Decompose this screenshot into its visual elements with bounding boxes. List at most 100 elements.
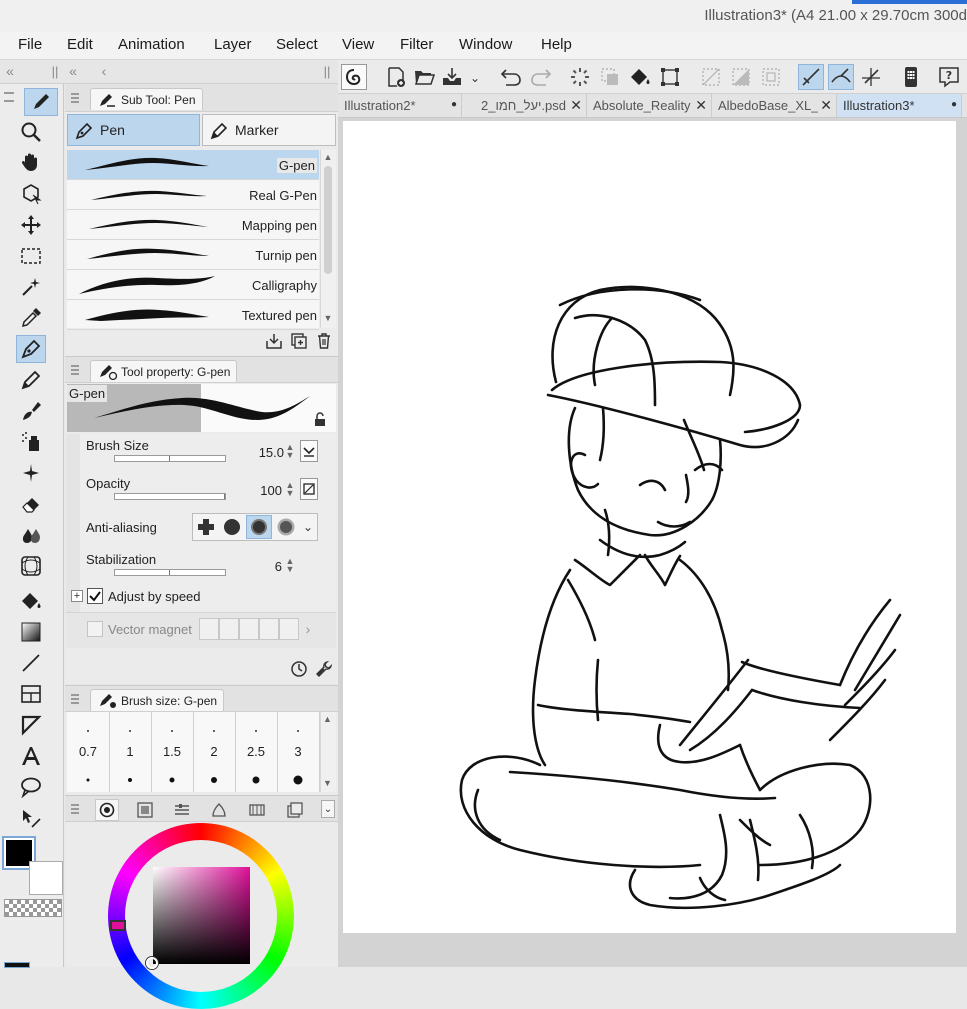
unsaved-dot-icon[interactable]: ● bbox=[951, 99, 957, 110]
close-icon[interactable]: ✕ bbox=[570, 97, 582, 114]
import-subtool-icon[interactable] bbox=[264, 331, 284, 351]
brush-item-mapping-pen[interactable]: Mapping pen bbox=[67, 210, 319, 240]
brush-tool-icon[interactable] bbox=[16, 397, 46, 425]
subtool-group-marker[interactable]: Marker bbox=[202, 114, 336, 146]
pen-tool-icon[interactable] bbox=[16, 335, 46, 363]
figure-tool-icon[interactable] bbox=[16, 552, 46, 580]
menu-help[interactable]: Help bbox=[541, 36, 572, 53]
color-wheel-tab-icon[interactable] bbox=[95, 799, 119, 821]
close-icon[interactable]: ✕ bbox=[818, 97, 832, 114]
vector-magnet-option[interactable] bbox=[219, 618, 239, 640]
loading-spinner-icon[interactable] bbox=[567, 64, 593, 90]
subtool-group-pen[interactable]: Pen bbox=[67, 114, 200, 146]
hue-marker[interactable] bbox=[110, 920, 126, 931]
decoration-tool-icon[interactable] bbox=[16, 459, 46, 487]
snap-to-special-ruler-icon[interactable] bbox=[828, 64, 854, 90]
panel-grip-icon[interactable]: || bbox=[50, 63, 60, 79]
chevron-down-icon[interactable]: ⌄ bbox=[300, 518, 316, 536]
vector-magnet-option[interactable] bbox=[259, 618, 279, 640]
panel-menu-icon[interactable] bbox=[71, 93, 79, 103]
save-icon[interactable] bbox=[439, 64, 465, 90]
anti-aliasing-strong-option[interactable] bbox=[275, 516, 297, 538]
anti-aliasing-weak-option[interactable] bbox=[221, 516, 243, 538]
pen-tool-tab-icon[interactable] bbox=[24, 88, 58, 116]
chevron-down-icon[interactable]: ⌄ bbox=[321, 800, 335, 818]
vector-magnet-option[interactable] bbox=[279, 618, 299, 640]
new-canvas-icon[interactable] bbox=[383, 64, 409, 90]
balloon-tool-icon[interactable] bbox=[16, 773, 46, 801]
approximate-color-tab-icon[interactable] bbox=[245, 799, 269, 821]
expand-icon[interactable]: + bbox=[71, 590, 83, 602]
open-folder-icon[interactable] bbox=[411, 64, 437, 90]
hide-outside-icon[interactable] bbox=[698, 64, 724, 90]
scroll-down-icon[interactable]: ▼ bbox=[323, 313, 333, 323]
hand-tool-icon[interactable] bbox=[16, 148, 46, 176]
brush-item-real-g-pen[interactable]: Real G-Pen bbox=[67, 180, 319, 210]
brush-size-preset[interactable]: 2.5 bbox=[235, 712, 278, 792]
brush-size-preset[interactable]: 0.7 bbox=[67, 712, 110, 792]
menu-file[interactable]: File bbox=[18, 36, 42, 53]
gradient-tool-icon[interactable] bbox=[16, 618, 46, 646]
transparent-color-swatch[interactable] bbox=[4, 899, 62, 917]
panel-menu-icon[interactable] bbox=[71, 694, 79, 704]
collapse-left-icon[interactable]: « bbox=[3, 63, 17, 79]
menu-filter[interactable]: Filter bbox=[400, 36, 433, 53]
vector-magnet-checkbox[interactable] bbox=[87, 621, 103, 637]
brush-list-scrollbar[interactable]: ▲ ▼ bbox=[320, 150, 336, 328]
stabilization-spinner[interactable]: ▲ ▼ bbox=[285, 557, 295, 575]
menu-window[interactable]: Window bbox=[459, 36, 512, 53]
tool-property-settings-icon[interactable] bbox=[288, 658, 310, 680]
vector-magnet-option[interactable] bbox=[239, 618, 259, 640]
panel-menu-icon[interactable] bbox=[71, 365, 79, 375]
opacity-spinner[interactable]: ▲ ▼ bbox=[285, 481, 295, 499]
panel-menu-icon[interactable] bbox=[71, 804, 79, 814]
brush-size-spinner[interactable]: ▲ ▼ bbox=[285, 443, 295, 461]
anti-aliasing-none-option[interactable] bbox=[195, 516, 217, 538]
text-tool-icon[interactable] bbox=[16, 742, 46, 770]
crop-icon[interactable] bbox=[728, 64, 754, 90]
menu-edit[interactable]: Edit bbox=[67, 36, 93, 53]
undo-icon[interactable] bbox=[498, 64, 524, 90]
menu-layer[interactable]: Layer bbox=[214, 36, 252, 53]
clear-selection-icon[interactable] bbox=[597, 64, 623, 90]
panel-menu-icon[interactable] bbox=[4, 92, 14, 102]
intermediate-color-tab-icon[interactable] bbox=[133, 799, 157, 821]
canvas-paper[interactable] bbox=[343, 121, 956, 933]
panel-grip-icon[interactable]: || bbox=[322, 63, 332, 79]
collapse-left-icon[interactable]: « bbox=[66, 63, 80, 79]
sub-color-swatch[interactable] bbox=[29, 861, 63, 895]
brush-size-preset[interactable]: 1 bbox=[109, 712, 152, 792]
brush-item-g-pen[interactable]: G-pen bbox=[67, 150, 319, 180]
redo-icon[interactable] bbox=[528, 64, 554, 90]
color-set-tab-icon[interactable] bbox=[207, 799, 231, 821]
color-picker-marker[interactable] bbox=[146, 957, 158, 969]
opacity-slider[interactable] bbox=[114, 493, 226, 500]
adjust-by-speed-checkbox[interactable] bbox=[87, 588, 103, 604]
magic-wand-tool-icon[interactable] bbox=[16, 273, 46, 301]
brush-size-pressure-button[interactable] bbox=[300, 440, 318, 462]
anti-aliasing-medium-option[interactable] bbox=[246, 515, 272, 539]
opacity-value[interactable]: 100 bbox=[248, 483, 282, 498]
move-tool-icon[interactable] bbox=[16, 211, 46, 239]
fill-selection-icon[interactable] bbox=[627, 64, 653, 90]
brush-size-slider[interactable] bbox=[114, 455, 226, 462]
object-select-tool-icon[interactable] bbox=[16, 180, 46, 208]
menu-view[interactable]: View bbox=[342, 36, 374, 53]
brush-item-textured-pen[interactable]: Textured pen bbox=[67, 300, 319, 330]
stabilization-slider[interactable] bbox=[114, 569, 226, 576]
color-history-tab-icon[interactable] bbox=[283, 799, 307, 821]
chevron-right-icon[interactable]: › bbox=[302, 620, 314, 638]
selection-border-icon[interactable] bbox=[758, 64, 784, 90]
opacity-pressure-button[interactable] bbox=[300, 478, 318, 500]
brush-size-scrollbar[interactable]: ▲ ▼ bbox=[320, 712, 336, 792]
lock-icon[interactable] bbox=[310, 410, 330, 428]
transform-icon[interactable] bbox=[657, 64, 683, 90]
document-tab-active[interactable]: Illustration3* ● bbox=[837, 94, 962, 117]
menu-select[interactable]: Select bbox=[276, 36, 318, 53]
eyedropper-tool-icon[interactable] bbox=[16, 304, 46, 332]
saturation-value-square[interactable] bbox=[153, 867, 250, 964]
duplicate-subtool-icon[interactable] bbox=[289, 331, 309, 351]
frame-border-tool-icon[interactable] bbox=[16, 680, 46, 708]
selection-tool-icon[interactable] bbox=[16, 242, 46, 270]
document-tab[interactable]: Illustration2* ● bbox=[338, 94, 462, 117]
